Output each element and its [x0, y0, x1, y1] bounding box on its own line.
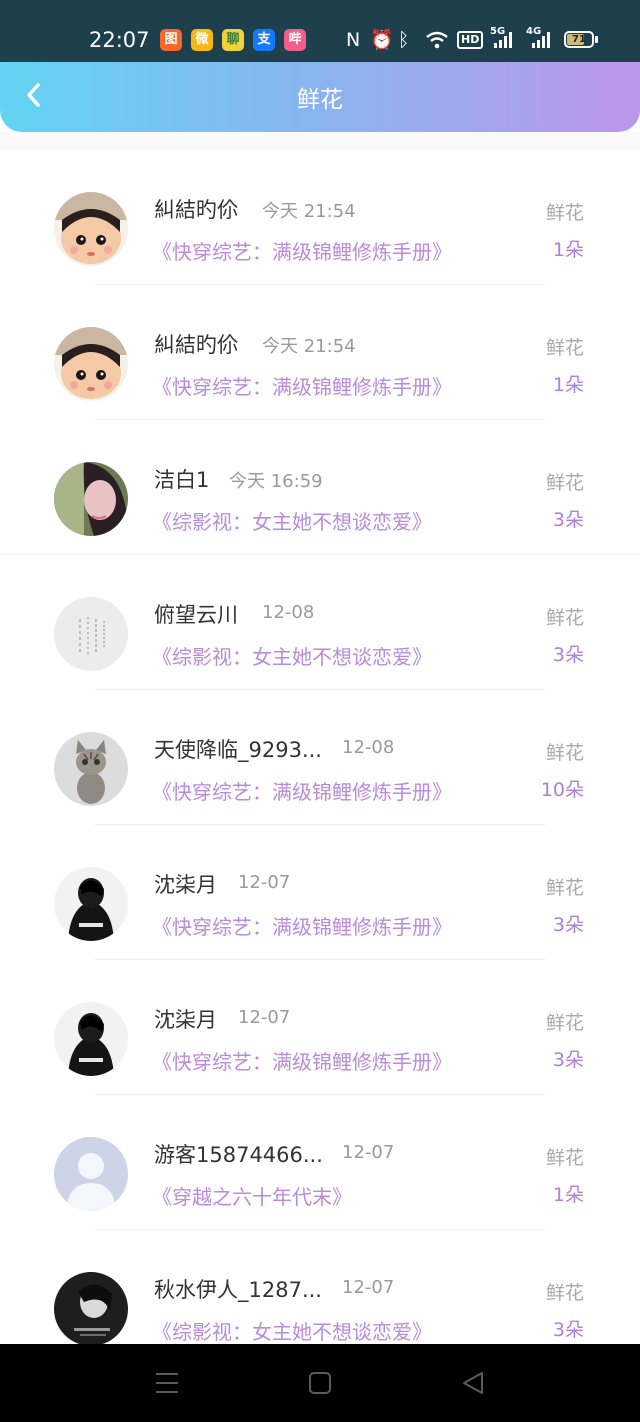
- gift-count: 3朵: [552, 509, 584, 531]
- gift-type: 鲜花: [545, 1012, 584, 1034]
- timestamp: 12-07: [342, 1277, 395, 1298]
- list-item[interactable]: 沈柒月 12-07 《快穿综艺：满级锦鲤修炼手册》 鲜花 3朵: [0, 825, 640, 960]
- bilibili-icon: 哔: [284, 29, 306, 51]
- timestamp: 12-07: [342, 1142, 395, 1163]
- signal-4g-icon: [532, 32, 550, 48]
- gift-type: 鲜花: [545, 877, 584, 899]
- book-title[interactable]: 《综影视：女主她不想谈恋爱》: [152, 506, 432, 535]
- gift-type: 鲜花: [545, 472, 584, 494]
- list-item[interactable]: 洁白1 今天 16:59 《综影视：女主她不想谈恋爱》 鲜花 3朵: [0, 420, 640, 555]
- gift-type: 鲜花: [545, 742, 584, 764]
- list-item[interactable]: 沈柒月 12-07 《快穿综艺：满级锦鲤修炼手册》 鲜花 3朵: [0, 960, 640, 1095]
- home-icon[interactable]: [305, 1368, 335, 1398]
- app-icon-1: 图: [160, 29, 182, 51]
- alipay-icon: 支: [253, 29, 275, 51]
- gift-type: 鲜花: [545, 202, 584, 224]
- avatar[interactable]: [54, 327, 128, 401]
- timestamp: 12-08: [262, 602, 315, 623]
- user-name: 沈柒月: [154, 1008, 217, 1032]
- gift-count: 3朵: [552, 914, 584, 936]
- system-nav-bar: [0, 1344, 640, 1422]
- back-triangle-icon[interactable]: [458, 1368, 488, 1398]
- gift-type: 鲜花: [545, 1282, 584, 1304]
- user-name: 俯望云川: [154, 603, 238, 627]
- user-name: 天使降临_9293...: [154, 738, 322, 762]
- avatar[interactable]: [54, 1137, 128, 1211]
- timestamp: 12-08: [342, 737, 395, 758]
- user-name: 沈柒月: [154, 873, 217, 897]
- timestamp: 今天 21:54: [262, 201, 356, 222]
- page-title: 鲜花: [297, 87, 343, 113]
- battery-icon: 71: [564, 31, 594, 48]
- avatar[interactable]: [54, 1002, 128, 1076]
- gift-type: 鲜花: [545, 337, 584, 359]
- avatar[interactable]: [54, 462, 128, 536]
- user-name: 秋水伊人_1287...: [154, 1278, 322, 1302]
- avatar[interactable]: [54, 1272, 128, 1346]
- chat-icon: 聊: [222, 29, 244, 51]
- user-name: 洁白1: [154, 468, 210, 492]
- book-title[interactable]: 《快穿综艺：满级锦鲤修炼手册》: [152, 911, 452, 940]
- list-item[interactable]: 糾結旳伱 今天 21:54 《快穿综艺：满级锦鲤修炼手册》 鲜花 1朵: [0, 150, 640, 285]
- timestamp: 今天 21:54: [262, 336, 356, 357]
- avatar[interactable]: [54, 867, 128, 941]
- header-bar: 鲜花: [0, 62, 640, 132]
- signal-5g-icon: [494, 32, 512, 48]
- gift-count: 3朵: [552, 644, 584, 666]
- menu-icon[interactable]: [152, 1368, 182, 1398]
- avatar[interactable]: [54, 732, 128, 806]
- book-title[interactable]: 《快穿综艺：满级锦鲤修炼手册》: [152, 776, 452, 805]
- timestamp: 12-07: [238, 1007, 291, 1028]
- list-item[interactable]: 俯望云川 12-08 《综影视：女主她不想谈恋爱》 鲜花 3朵: [0, 555, 640, 690]
- user-name: 糾結旳伱: [154, 333, 238, 357]
- book-title[interactable]: 《综影视：女主她不想谈恋爱》: [152, 1316, 432, 1345]
- battery-level: 71: [572, 34, 586, 45]
- flower-gift-list: 糾結旳伱 今天 21:54 《快穿综艺：满级锦鲤修炼手册》 鲜花 1朵 糾結旳伱…: [0, 150, 640, 1365]
- status-time: 22:07: [89, 28, 150, 52]
- weibo-icon: 微: [191, 29, 213, 51]
- hd-voice-icon: HD: [457, 31, 484, 49]
- list-item[interactable]: 糾結旳伱 今天 21:54 《快穿综艺：满级锦鲤修炼手册》 鲜花 1朵: [0, 285, 640, 420]
- book-title[interactable]: 《快穿综艺：满级锦鲤修炼手册》: [152, 1046, 452, 1075]
- avatar[interactable]: [54, 192, 128, 266]
- list-item[interactable]: 游客15874466... 12-07 《穿越之六十年代末》 鲜花 1朵: [0, 1095, 640, 1230]
- gift-count: 3朵: [552, 1049, 584, 1071]
- gift-count: 1朵: [552, 239, 584, 261]
- nfc-icon: N: [346, 29, 361, 51]
- bluetooth-icon: ᛒ: [398, 29, 410, 51]
- book-title[interactable]: 《穿越之六十年代末》: [152, 1181, 352, 1210]
- gift-type: 鲜花: [545, 1147, 584, 1169]
- header-spacer: [0, 132, 640, 150]
- book-title[interactable]: 《快穿综艺：满级锦鲤修炼手册》: [152, 371, 452, 400]
- gift-type: 鲜花: [545, 607, 584, 629]
- gift-count: 10朵: [540, 779, 584, 801]
- user-name: 糾結旳伱: [154, 198, 238, 222]
- alarm-icon: ⏰: [370, 29, 394, 51]
- book-title[interactable]: 《综影视：女主她不想谈恋爱》: [152, 641, 432, 670]
- wifi-icon: [426, 31, 448, 49]
- book-title[interactable]: 《快穿综艺：满级锦鲤修炼手册》: [152, 236, 452, 265]
- gift-count: 1朵: [552, 1184, 584, 1206]
- gift-count: 1朵: [552, 374, 584, 396]
- timestamp: 12-07: [238, 872, 291, 893]
- avatar[interactable]: [54, 597, 128, 671]
- user-name: 游客15874466...: [154, 1143, 323, 1167]
- battery-cap: [595, 36, 598, 43]
- list-item[interactable]: 天使降临_9293... 12-08 《快穿综艺：满级锦鲤修炼手册》 鲜花 10…: [0, 690, 640, 825]
- timestamp: 今天 16:59: [229, 471, 323, 492]
- gift-count: 3朵: [552, 1319, 584, 1341]
